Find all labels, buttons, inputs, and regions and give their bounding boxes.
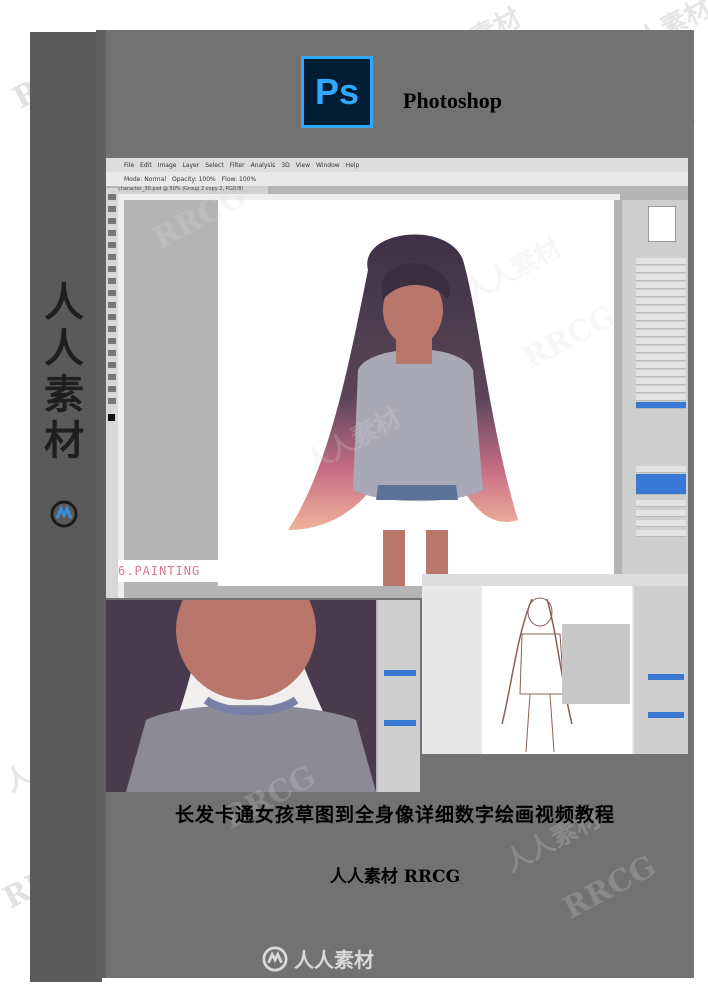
app-name: Photoshop [403,88,503,113]
document-tab[interactable]: character_30.psd @ 50% (Group 2 copy 2, … [118,186,268,194]
menu-item-help[interactable]: Help [346,162,360,169]
menu-item-filter[interactable]: Filter [230,162,245,169]
layer-row[interactable] [636,370,686,377]
menu-item-image[interactable]: Image [158,162,177,169]
brush-opacity[interactable]: Opacity: 100% [172,176,216,183]
group-row[interactable] [636,466,686,473]
move-tool-icon[interactable] [108,194,116,200]
layer-row[interactable] [636,346,686,353]
stage-label: 6.PAINTING [118,560,226,582]
background-layer-row[interactable] [636,530,686,537]
marquee-tool-icon[interactable] [108,206,116,212]
line-art-sketch [422,574,688,754]
gradient-tool-icon[interactable] [108,314,116,320]
brand-watermark: 人人素材 [262,944,462,973]
shape-tool-icon[interactable] [108,374,116,380]
pen-tool-icon[interactable] [108,338,116,344]
screenshot-bottom-right [422,574,688,754]
layer-row[interactable] [636,266,686,273]
painting-canvas[interactable] [218,200,614,586]
layer-row[interactable] [636,362,686,369]
layer-row-selected[interactable] [636,402,686,409]
lasso-tool-icon[interactable] [108,218,116,224]
layer-row[interactable] [636,394,686,401]
layer-row[interactable] [636,378,686,385]
group-row[interactable] [636,510,686,517]
layer-row[interactable] [636,306,686,313]
rrcg-logo-icon [50,500,78,528]
heal-tool-icon[interactable] [108,266,116,272]
menu-item-window[interactable]: Window [316,162,340,169]
menu-item-layer[interactable]: Layer [182,162,199,169]
screenshot-bottom-left [106,600,420,792]
box-edge-shade [96,30,106,978]
layer-row[interactable] [636,282,686,289]
hand-tool-icon[interactable] [108,386,116,392]
layer-row[interactable] [636,314,686,321]
layer-row[interactable] [636,338,686,345]
menu-item-analysis[interactable]: Analysis [251,162,276,169]
layer-row[interactable] [636,354,686,361]
foreground-color-swatch[interactable] [108,414,115,421]
menu-item-view[interactable]: View [296,162,310,169]
layer-row[interactable] [636,330,686,337]
layer-row[interactable] [636,290,686,297]
product-subtitle: 长发卡通女孩草图到全身像详细数字绘画视频教程 [174,804,615,826]
layer-row[interactable] [636,274,686,281]
text-tool-icon[interactable] [108,350,116,356]
rrcg-logo-icon [262,945,288,972]
group-row[interactable] [636,500,686,507]
layer-row[interactable] [636,322,686,329]
publisher-name: 人人素材 RRCG [329,867,461,887]
photoshop-app-icon: Ps [301,56,373,128]
spine-title: 人人素材 [44,279,84,464]
brush-flow[interactable]: Flow: 100% [222,176,256,183]
menu-item-3d[interactable]: 3D [281,162,289,169]
stamp-tool-icon[interactable] [108,290,116,296]
closeup-painting [106,600,420,792]
navigator-thumbnail[interactable] [648,206,676,242]
brand-watermark-text: 人人素材 [294,948,374,972]
girl-painting [288,234,518,586]
crop-tool-icon[interactable] [108,242,116,248]
options-bar: Mode: Normal Opacity: 100% Flow: 100% [106,172,688,186]
layer-row[interactable] [636,298,686,305]
vertical-ruler [118,200,124,598]
eraser-tool-icon[interactable] [108,302,116,308]
group-row-selected[interactable] [636,474,686,495]
brush-mode[interactable]: Mode: Normal [124,176,166,183]
menu-item-edit[interactable]: Edit [140,162,152,169]
tools-panel [106,188,118,598]
menu-item-file[interactable]: File [124,162,134,169]
dodge-tool-icon[interactable] [108,326,116,332]
path-tool-icon[interactable] [108,362,116,368]
eyedropper-tool-icon[interactable] [108,254,116,260]
group-row[interactable] [636,520,686,527]
layer-row[interactable] [636,386,686,393]
brush-tool-icon[interactable] [108,278,116,284]
zoom-tool-icon[interactable] [108,398,116,404]
menu-bar: File Edit Image Layer Select Filter Anal… [106,158,688,172]
menu-item-select[interactable]: Select [205,162,224,169]
layer-row[interactable] [636,258,686,265]
wand-tool-icon[interactable] [108,230,116,236]
